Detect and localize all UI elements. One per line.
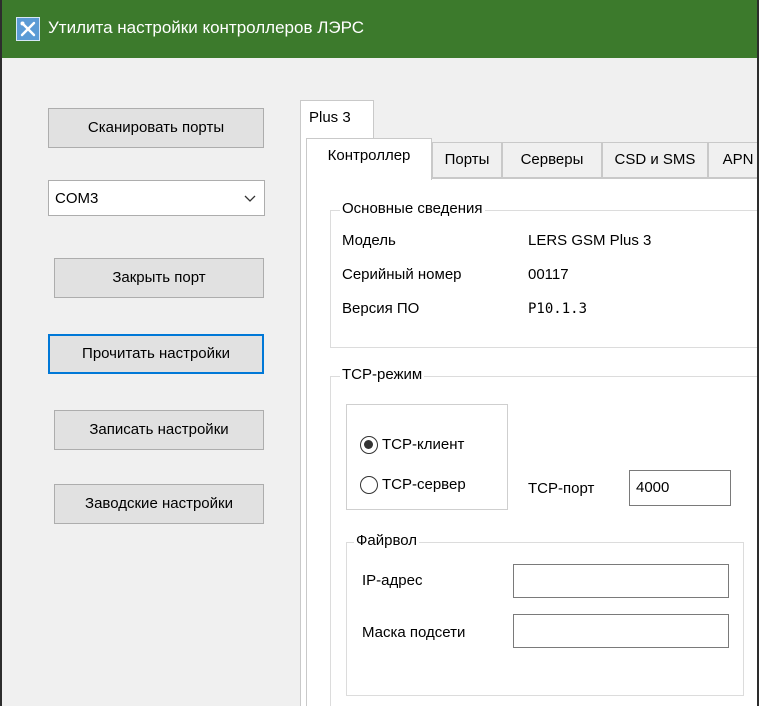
firmware-label: Версия ПО xyxy=(342,300,420,317)
scan-ports-button[interactable]: Сканировать порты xyxy=(48,108,264,148)
port-select-value: COM3 xyxy=(55,190,99,207)
tcp-client-label[interactable]: TCP-клиент xyxy=(382,436,464,453)
tab-controller[interactable]: Контроллер xyxy=(306,138,432,180)
basic-info-title: Основные сведения xyxy=(340,200,485,217)
tcp-server-radio[interactable] xyxy=(360,476,378,494)
tcp-role-box xyxy=(346,404,508,510)
factory-settings-button[interactable]: Заводские настройки xyxy=(54,484,264,524)
serial-value: 00117 xyxy=(528,266,569,283)
tab-servers[interactable]: Серверы xyxy=(502,142,602,178)
tcp-server-label[interactable]: TCP-сервер xyxy=(382,476,466,493)
write-settings-button[interactable]: Записать настройки xyxy=(54,410,264,450)
serial-label: Серийный номер xyxy=(342,266,462,283)
tcp-mode-title: TCP-режим xyxy=(340,366,425,383)
model-label: Модель xyxy=(342,232,396,249)
tcp-client-radio[interactable] xyxy=(360,436,378,454)
firewall-title: Файрвол xyxy=(354,532,420,549)
window-title: Утилита настройки контроллеров ЛЭРС xyxy=(48,18,365,37)
firmware-value: P10.1.3 xyxy=(528,301,588,317)
chevron-down-icon xyxy=(244,195,256,202)
ip-address-label: IP-адрес xyxy=(362,572,423,589)
subnet-mask-label: Маска подсети xyxy=(362,624,466,641)
tab-plus3-label: Plus 3 xyxy=(309,109,351,126)
title-bar[interactable]: Утилита настройки контроллеров ЛЭРС xyxy=(2,0,757,58)
tools-icon xyxy=(16,17,40,41)
read-settings-button[interactable]: Прочитать настройки xyxy=(48,334,264,374)
app-window: Утилита настройки контроллеров ЛЭРС Скан… xyxy=(0,0,759,706)
close-port-button[interactable]: Закрыть порт xyxy=(54,258,264,298)
tab-ports[interactable]: Порты xyxy=(432,142,502,178)
tcp-port-input[interactable]: 4000 xyxy=(629,470,731,506)
tab-csd-sms[interactable]: CSD и SMS xyxy=(602,142,708,178)
model-value: LERS GSM Plus 3 xyxy=(528,232,652,249)
ip-address-input[interactable] xyxy=(513,564,729,598)
tab-apn[interactable]: APN xyxy=(708,142,757,178)
port-select[interactable]: COM3 xyxy=(48,180,265,216)
tcp-port-label: TCP-порт xyxy=(528,480,595,497)
subnet-mask-input[interactable] xyxy=(513,614,729,648)
